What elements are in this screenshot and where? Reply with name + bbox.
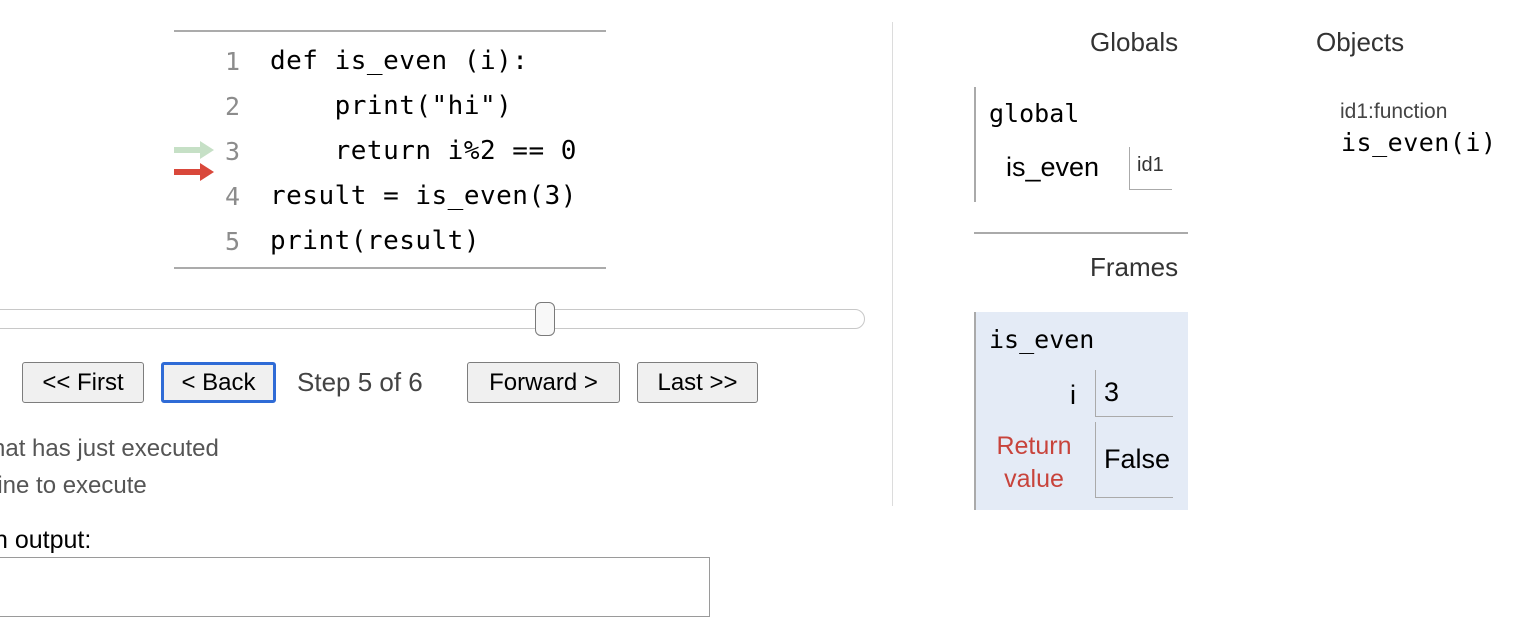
return-label-line1: Return xyxy=(996,432,1072,460)
next-line-arrow-icon xyxy=(174,163,214,181)
line-code: return i%2 == 0 xyxy=(270,136,577,166)
frames-header: Frames xyxy=(1090,252,1179,282)
first-button[interactable]: << First xyxy=(22,362,144,403)
code-line: 1 def is_even (i): xyxy=(174,39,606,84)
legend-just-executed: hat has just executed xyxy=(0,435,219,462)
code-line: 3 return i%2 == 0 xyxy=(174,129,606,174)
last-button[interactable]: Last >> xyxy=(637,362,758,403)
return-value: False xyxy=(1095,422,1173,498)
back-button[interactable]: < Back xyxy=(161,362,276,403)
line-code: result = is_even(3) xyxy=(270,181,577,211)
output-label: n output: xyxy=(0,526,92,554)
value-text: False xyxy=(1104,444,1171,474)
line-code: def is_even (i): xyxy=(270,46,529,76)
code-line: 4 result = is_even(3) xyxy=(174,174,606,219)
step-slider-handle[interactable] xyxy=(535,302,555,336)
value-text: 3 xyxy=(1104,377,1120,407)
return-value-label: Return value xyxy=(990,430,1078,496)
object-signature: is_even(i) xyxy=(1341,128,1497,157)
return-label-line2: value xyxy=(1004,465,1064,493)
frames-separator xyxy=(974,232,1188,234)
forward-button[interactable]: Forward > xyxy=(467,362,620,403)
global-var-value: id1 xyxy=(1129,147,1172,190)
line-code: print(result) xyxy=(270,226,480,256)
objects-header: Objects xyxy=(1316,27,1405,57)
object-type-label: id1:function xyxy=(1340,100,1448,123)
output-box[interactable] xyxy=(0,557,710,617)
code-line: 5 print(result) xyxy=(174,219,606,264)
global-frame-title: global xyxy=(989,99,1080,128)
prev-line-arrow-icon xyxy=(174,141,214,159)
code-panel: 1 def is_even (i): 2 print("hi") 3 retur… xyxy=(174,30,606,269)
stack-frame-title: is_even xyxy=(989,325,1095,354)
pointer-label: id1 xyxy=(1137,154,1164,176)
panel-divider xyxy=(892,22,893,506)
legend-next-line: line to execute xyxy=(0,472,147,499)
line-number: 5 xyxy=(224,227,240,256)
line-number: 2 xyxy=(224,92,240,121)
code-line: 2 print("hi") xyxy=(174,84,606,129)
globals-header: Globals xyxy=(1090,27,1179,57)
step-indicator: Step 5 of 6 xyxy=(297,367,423,397)
frame-var-value: 3 xyxy=(1095,370,1173,417)
global-var-name: is_even xyxy=(1006,152,1100,182)
line-number: 1 xyxy=(224,47,240,76)
line-code: print("hi") xyxy=(270,91,513,121)
frame-var-name: i xyxy=(1070,380,1076,410)
step-slider[interactable] xyxy=(0,309,865,329)
